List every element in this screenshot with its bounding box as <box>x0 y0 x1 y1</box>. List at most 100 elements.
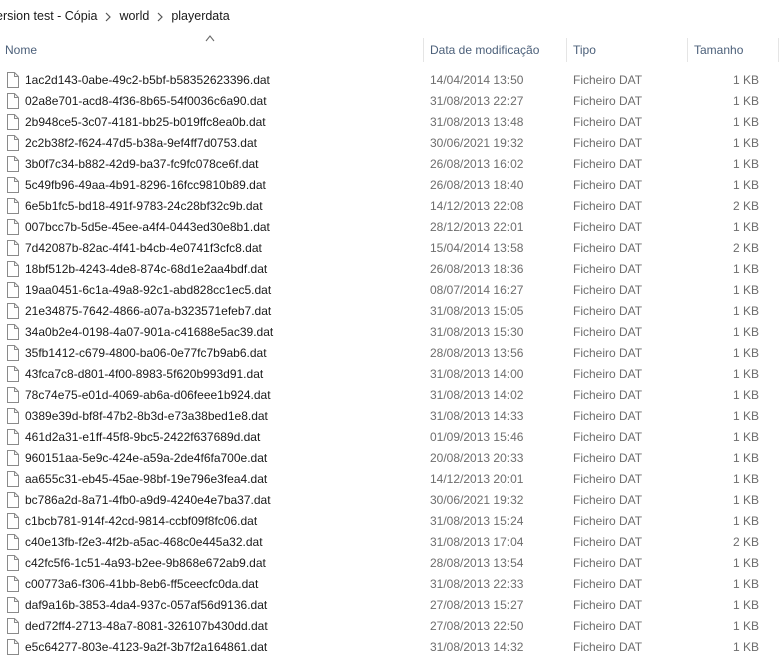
file-row[interactable]: 34a0b2e4-0198-4a07-901a-c41688e5ac39.dat… <box>0 321 779 342</box>
file-row[interactable]: 21e34875-7642-4866-a07a-b323571efeb7.dat… <box>0 300 779 321</box>
file-row[interactable]: 02a8e701-acd8-4f36-8b65-54f0036c6a90.dat… <box>0 90 779 111</box>
breadcrumb-item-playerdata[interactable]: playerdata <box>171 9 229 23</box>
file-name-cell: 7d42087b-82ac-4f41-b4cb-4e0741f3cfc8.dat <box>0 239 424 256</box>
file-modified-date: 31/08/2013 14:02 <box>430 387 524 402</box>
file-row[interactable]: 3b0f7c34-b882-42d9-ba37-fc9fc078ce6f.dat… <box>0 153 779 174</box>
file-type: Ficheiro DAT <box>573 324 643 339</box>
file-name: 007bcc7b-5d5e-45ee-a4f4-0443ed30e8b1.dat <box>25 219 270 234</box>
file-modified-date: 28/12/2013 22:01 <box>430 219 524 234</box>
file-icon <box>7 134 19 151</box>
file-name-cell: c00773a6-f306-41bb-8eb6-ff5ceecfc0da.dat <box>0 575 424 592</box>
file-row[interactable]: 2b948ce5-3c07-4181-bb25-b019ffc8ea0b.dat… <box>0 111 779 132</box>
file-type: Ficheiro DAT <box>573 576 643 591</box>
file-size: 1 KB <box>732 303 759 318</box>
file-name-cell: daf9a16b-3853-4da4-937c-057af56d9136.dat <box>0 596 424 613</box>
file-icon <box>7 302 19 319</box>
file-name-cell: 960151aa-5e9c-424e-a59a-2de4f6fa700e.dat <box>0 449 424 466</box>
file-size: 1 KB <box>732 366 759 381</box>
file-name-cell: aa655c31-eb45-45ae-98bf-19e796e3fea4.dat <box>0 470 424 487</box>
file-modified-date: 31/08/2013 14:33 <box>430 408 524 423</box>
file-type: Ficheiro DAT <box>573 135 643 150</box>
file-row[interactable]: c42fc5f6-1c51-4a93-b2ee-9b868e672ab9.dat… <box>0 552 779 573</box>
file-size: 1 KB <box>732 576 759 591</box>
file-row[interactable]: 6e5b1fc5-bd18-491f-9783-24c28bf32c9b.dat… <box>0 195 779 216</box>
file-icon <box>7 71 19 88</box>
file-row[interactable]: 18bf512b-4243-4de8-874c-68d1e2aa4bdf.dat… <box>0 258 779 279</box>
file-name-cell: e5c64277-803e-4123-9a2f-3b7f2a164861.dat <box>0 638 424 655</box>
file-name: 7d42087b-82ac-4f41-b4cb-4e0741f3cfc8.dat <box>25 240 262 255</box>
file-size: 1 KB <box>732 492 759 507</box>
file-name-cell: 461d2a31-e1ff-45f8-9bc5-2422f637689d.dat <box>0 428 424 445</box>
chevron-right-icon[interactable] <box>149 9 171 23</box>
file-name: 21e34875-7642-4866-a07a-b323571efeb7.dat <box>25 303 272 318</box>
file-size: 1 KB <box>732 114 759 129</box>
file-row[interactable]: 461d2a31-e1ff-45f8-9bc5-2422f637689d.dat… <box>0 426 779 447</box>
file-type: Ficheiro DAT <box>573 429 643 444</box>
file-type: Ficheiro DAT <box>573 597 643 612</box>
file-name: 1ac2d143-0abe-49c2-b5bf-b58352623396.dat <box>25 72 270 87</box>
file-row[interactable]: 19aa0451-6c1a-49a8-92c1-abd828cc1ec5.dat… <box>0 279 779 300</box>
file-size: 2 KB <box>732 240 759 255</box>
file-icon <box>7 365 19 382</box>
file-row[interactable]: e5c64277-803e-4123-9a2f-3b7f2a164861.dat… <box>0 636 779 657</box>
column-header-name[interactable]: Nome <box>0 32 424 62</box>
file-row[interactable]: daf9a16b-3853-4da4-937c-057af56d9136.dat… <box>0 594 779 615</box>
file-name: 0389e39d-bf8f-47b2-8b3d-e73a38bed1e8.dat <box>25 408 268 423</box>
file-name-cell: 2b948ce5-3c07-4181-bb25-b019ffc8ea0b.dat <box>0 113 424 130</box>
file-row[interactable]: 78c74e75-e01d-4069-ab6a-d06feee1b924.dat… <box>0 384 779 405</box>
file-size: 1 KB <box>732 261 759 276</box>
file-name-cell: 2c2b38f2-f624-47d5-b38a-9ef4ff7d0753.dat <box>0 134 424 151</box>
file-name: 2b948ce5-3c07-4181-bb25-b019ffc8ea0b.dat <box>25 114 266 129</box>
file-name-cell: 007bcc7b-5d5e-45ee-a4f4-0443ed30e8b1.dat <box>0 218 424 235</box>
column-header-type[interactable]: Tipo <box>567 32 688 62</box>
file-modified-date: 31/08/2013 13:48 <box>430 114 524 129</box>
file-type: Ficheiro DAT <box>573 534 643 549</box>
file-size: 1 KB <box>732 555 759 570</box>
file-modified-date: 28/08/2013 13:56 <box>430 345 524 360</box>
file-icon <box>7 281 19 298</box>
column-header-date[interactable]: Data de modificação <box>424 32 567 62</box>
file-icon <box>7 449 19 466</box>
file-row[interactable]: 007bcc7b-5d5e-45ee-a4f4-0443ed30e8b1.dat… <box>0 216 779 237</box>
file-icon <box>7 260 19 277</box>
file-name-cell: bc786a2d-8a71-4fb0-a9d9-4240e4e7ba37.dat <box>0 491 424 508</box>
file-name: 78c74e75-e01d-4069-ab6a-d06feee1b924.dat <box>25 387 271 402</box>
file-name: daf9a16b-3853-4da4-937c-057af56d9136.dat <box>25 597 268 612</box>
file-row[interactable]: 5c49fb96-49aa-4b91-8296-16fcc9810b89.dat… <box>0 174 779 195</box>
file-row[interactable]: 7d42087b-82ac-4f41-b4cb-4e0741f3cfc8.dat… <box>0 237 779 258</box>
file-row[interactable]: aa655c31-eb45-45ae-98bf-19e796e3fea4.dat… <box>0 468 779 489</box>
file-row[interactable]: c1bcb781-914f-42cd-9814-ccbf09f8fc06.dat… <box>0 510 779 531</box>
file-row[interactable]: 2c2b38f2-f624-47d5-b38a-9ef4ff7d0753.dat… <box>0 132 779 153</box>
file-icon <box>7 239 19 256</box>
file-row[interactable]: bc786a2d-8a71-4fb0-a9d9-4240e4e7ba37.dat… <box>0 489 779 510</box>
file-name: 02a8e701-acd8-4f36-8b65-54f0036c6a90.dat <box>25 93 267 108</box>
file-row[interactable]: 960151aa-5e9c-424e-a59a-2de4f6fa700e.dat… <box>0 447 779 468</box>
file-row[interactable]: 0389e39d-bf8f-47b2-8b3d-e73a38bed1e8.dat… <box>0 405 779 426</box>
file-size: 1 KB <box>732 471 759 486</box>
file-modified-date: 01/09/2013 15:46 <box>430 429 524 444</box>
breadcrumb-item-parent[interactable]: ersion test - Cópia <box>0 9 97 23</box>
file-size: 1 KB <box>732 408 759 423</box>
file-row[interactable]: 1ac2d143-0abe-49c2-b5bf-b58352623396.dat… <box>0 69 779 90</box>
file-row[interactable]: 35fb1412-c679-4800-ba06-0e77fc7b9ab6.dat… <box>0 342 779 363</box>
file-row[interactable]: c00773a6-f306-41bb-8eb6-ff5ceecfc0da.dat… <box>0 573 779 594</box>
breadcrumb: ersion test - Cópia world playerdata <box>0 0 779 33</box>
file-type: Ficheiro DAT <box>573 366 643 381</box>
breadcrumb-item-world[interactable]: world <box>119 9 149 23</box>
file-icon <box>7 386 19 403</box>
file-name: ded72ff4-2713-48a7-8081-326107b430dd.dat <box>25 618 268 633</box>
file-name-cell: 1ac2d143-0abe-49c2-b5bf-b58352623396.dat <box>0 71 424 88</box>
file-icon <box>7 617 19 634</box>
file-size: 1 KB <box>732 135 759 150</box>
chevron-right-icon[interactable] <box>97 9 119 23</box>
file-icon <box>7 92 19 109</box>
file-row[interactable]: c40e13fb-f2e3-4f2b-a5ac-468c0e445a32.dat… <box>0 531 779 552</box>
column-header-size[interactable]: Tamanho <box>688 32 779 62</box>
file-type: Ficheiro DAT <box>573 198 643 213</box>
file-row[interactable]: 43fca7c8-d801-4f00-8983-5f620b993d91.dat… <box>0 363 779 384</box>
file-modified-date: 28/08/2013 13:54 <box>430 555 524 570</box>
file-row[interactable]: ded72ff4-2713-48a7-8081-326107b430dd.dat… <box>0 615 779 636</box>
file-modified-date: 30/06/2021 19:32 <box>430 135 524 150</box>
file-type: Ficheiro DAT <box>573 555 643 570</box>
file-icon <box>7 638 19 655</box>
